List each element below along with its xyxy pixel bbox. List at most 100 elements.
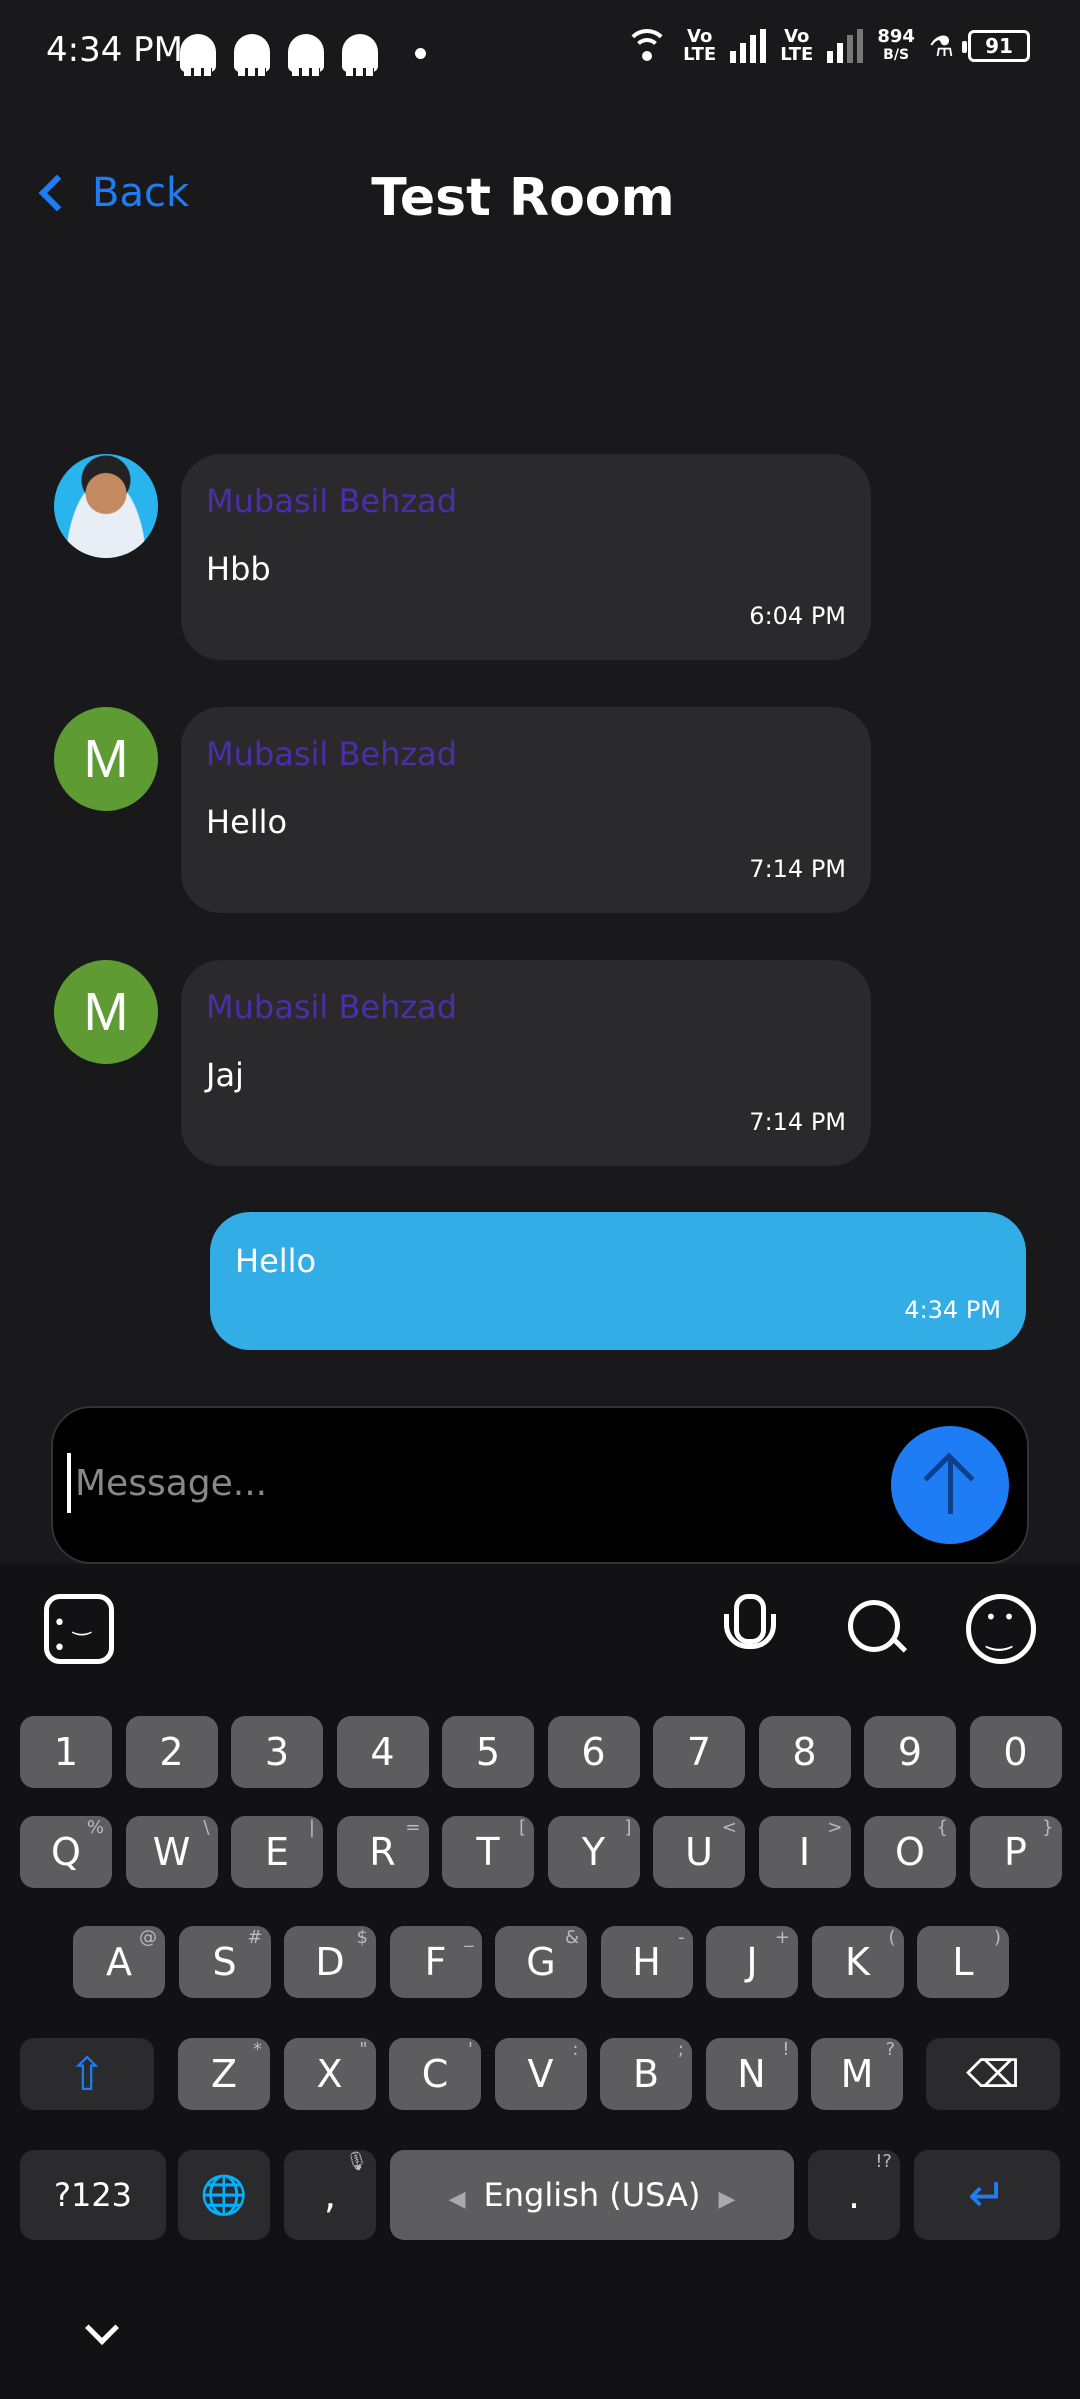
search-icon[interactable] <box>842 1594 912 1664</box>
key-label: 1 <box>53 1730 79 1774</box>
message-bubble[interactable]: Mubasil Behzad Jaj 7:14 PM <box>181 960 871 1166</box>
flask-icon: ⚗ <box>928 29 954 63</box>
space-label: English (USA) <box>483 2176 701 2214</box>
key-number[interactable]: 5 <box>442 1716 534 1788</box>
key-number[interactable]: 0 <box>969 1716 1062 1788</box>
key-secondary-label: { <box>936 1817 948 1838</box>
key-secondary-label: ? <box>885 2039 895 2060</box>
language-key[interactable]: 🌐 <box>178 2150 270 2240</box>
avatar[interactable]: M <box>54 960 158 1064</box>
key-number[interactable]: 1 <box>20 1716 112 1788</box>
key-label: I <box>798 1830 811 1874</box>
net-speed: 894 B/S <box>877 28 915 64</box>
sender-name: Mubasil Behzad <box>206 482 458 520</box>
caret-right-icon: ▶ <box>718 2187 736 2212</box>
key-secondary-label: : <box>572 2039 579 2060</box>
key-number[interactable]: 2 <box>125 1716 218 1788</box>
key-label: 4 <box>370 1730 395 1774</box>
my-message-bubble[interactable]: Hello 4:34 PM <box>210 1212 1026 1350</box>
comma-key[interactable]: , 🎙 <box>284 2150 376 2240</box>
key-label: K <box>845 1940 870 1984</box>
message-bubble[interactable]: Mubasil Behzad Hbb 6:04 PM <box>181 454 871 660</box>
snapchat-ghost-icon <box>234 34 270 76</box>
key-label: N <box>737 2052 766 2096</box>
key-letter[interactable]: T[ <box>442 1816 534 1888</box>
key-letter[interactable]: K( <box>811 1926 904 1998</box>
key-number[interactable]: 4 <box>336 1716 429 1788</box>
key-letter[interactable]: B; <box>600 2038 692 2110</box>
key-letter[interactable]: S # <box>178 1926 271 1998</box>
key-letter[interactable]: R = <box>336 1816 429 1888</box>
key-letter[interactable]: A @ <box>73 1926 165 1998</box>
key-letter[interactable]: F _ <box>389 1926 482 1998</box>
key-secondary-label: _ <box>464 1927 474 1948</box>
key-number[interactable]: 9 <box>864 1716 956 1788</box>
avatar[interactable] <box>54 454 158 558</box>
send-button[interactable] <box>891 1426 1009 1544</box>
key-letter[interactable]: Q% <box>20 1816 112 1888</box>
key-secondary-label: " <box>359 2039 368 2060</box>
key-letter[interactable]: O{ <box>864 1816 956 1888</box>
key-letter[interactable]: L) <box>917 1926 1009 1998</box>
status-indicators: Vo LTE Vo LTE 894 B/S ⚗ 91 <box>625 28 1030 64</box>
shift-key[interactable]: ⇧ <box>20 2038 154 2110</box>
key-number[interactable]: 7 <box>653 1716 745 1788</box>
key-secondary-label: ) <box>993 1927 1001 1948</box>
key-number[interactable]: 3 <box>231 1716 323 1788</box>
key-label: Y <box>581 1830 606 1874</box>
microphone-icon[interactable] <box>714 1594 784 1664</box>
key-letter[interactable]: X " <box>283 2038 376 2110</box>
key-letter[interactable]: G & <box>495 1926 587 1998</box>
key-secondary-label: % <box>86 1817 104 1838</box>
key-letter[interactable]: U < <box>653 1816 745 1888</box>
composer <box>51 1406 1029 1564</box>
key-secondary-label: < <box>721 1817 737 1838</box>
key-secondary-label: $ <box>356 1927 368 1948</box>
key-letter[interactable]: D $ <box>284 1926 376 1998</box>
key-letter[interactable]: E | <box>231 1816 323 1888</box>
period-label: . <box>847 2173 861 2217</box>
backspace-key[interactable]: ⌫ <box>926 2038 1060 2110</box>
chevron-down-icon[interactable] <box>85 2311 119 2345</box>
key-letter[interactable]: Y] <box>547 1816 640 1888</box>
keyboard-row-bottom: ?123 🌐 , 🎙 ◀ English (USA) ▶ . !? ↵ <box>0 2150 1080 2242</box>
message-time: 7:14 PM <box>749 1108 846 1136</box>
avatar[interactable]: M <box>54 707 158 811</box>
emoji-icon[interactable] <box>966 1594 1036 1664</box>
enter-key[interactable]: ↵ <box>914 2150 1060 2240</box>
dot-icon <box>415 48 426 59</box>
key-letter[interactable]: M? <box>811 2038 903 2110</box>
key-letter[interactable]: J + <box>706 1926 798 1998</box>
caret-left-icon: ◀ <box>448 2187 466 2212</box>
globe-icon: 🌐 <box>200 2173 248 2217</box>
key-label: X <box>316 2052 343 2096</box>
key-letter[interactable]: V: <box>494 2038 587 2110</box>
key-label: B <box>632 2052 660 2096</box>
key-label: V <box>527 2052 554 2096</box>
key-number[interactable]: 8 <box>758 1716 851 1788</box>
message-input[interactable] <box>67 1453 887 1513</box>
space-key[interactable]: ◀ English (USA) ▶ <box>390 2150 794 2240</box>
period-key[interactable]: . !? <box>808 2150 900 2240</box>
key-letter[interactable]: I > <box>758 1816 851 1888</box>
key-letter[interactable]: W \ <box>125 1816 218 1888</box>
key-letter[interactable]: H- <box>600 1926 693 1998</box>
key-letter[interactable]: N! <box>705 2038 798 2110</box>
message-bubble[interactable]: Mubasil Behzad Hello 7:14 PM <box>181 707 871 913</box>
enter-icon: ↵ <box>967 2168 1007 2222</box>
key-secondary-label: = <box>405 1817 421 1838</box>
message-time: 6:04 PM <box>749 602 846 630</box>
status-bar: 4:34 PM Vo LTE Vo LTE 894 B/S ⚗ 91 <box>0 0 1080 105</box>
key-label: S <box>212 1940 237 1984</box>
symbols-key[interactable]: ?123 <box>20 2150 166 2240</box>
key-secondary-label: \ <box>203 1817 210 1838</box>
key-number[interactable]: 6 <box>547 1716 640 1788</box>
key-letter[interactable]: P} <box>969 1816 1062 1888</box>
microphone-icon: 🎙 <box>345 2151 368 2172</box>
key-label: 2 <box>159 1730 184 1774</box>
sticker-icon[interactable] <box>44 1594 114 1664</box>
page-title: Test Room <box>371 168 675 228</box>
key-letter[interactable]: C ' <box>389 2038 481 2110</box>
key-letter[interactable]: Z * <box>178 2038 270 2110</box>
key-secondary-label: - <box>678 1927 685 1948</box>
